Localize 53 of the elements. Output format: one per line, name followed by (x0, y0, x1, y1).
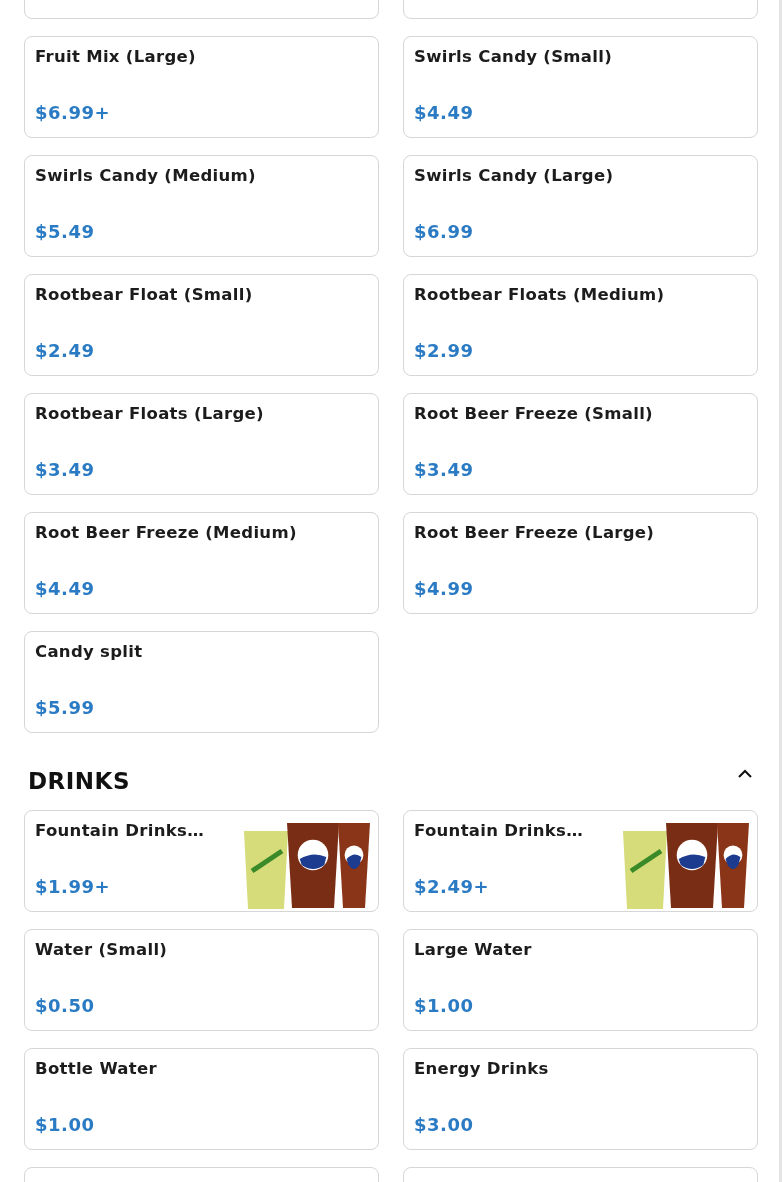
menu-item-card[interactable]: Large Water $1.00 (403, 929, 758, 1031)
menu-item-card[interactable]: Fountain Drinks… $2.49+ (403, 810, 758, 912)
item-name: Energy Drinks (414, 1059, 550, 1078)
item-name: Fountain Drinks… (414, 821, 584, 840)
item-price: $1.00 (35, 1114, 95, 1135)
menu-item-card[interactable]: Rootbear Floats (Medium) $2.99 (403, 274, 758, 376)
item-price: $4.49 (414, 102, 474, 123)
item-name: Swirls Candy (Small) (414, 47, 614, 66)
menu-item-card[interactable]: Fountain Drinks… $1.99+ (24, 810, 379, 912)
menu-item-card[interactable]: Rootbear Floats (Large) $3.49 (24, 393, 379, 495)
item-price: $2.49+ (414, 876, 490, 897)
item-name: Fountain Drinks… (35, 821, 205, 840)
menu-item-card[interactable]: Fruit Mix (Large) $6.99+ (24, 36, 379, 138)
menu-item-card[interactable]: Rootbear Float (Small) $2.49 (24, 274, 379, 376)
item-price: $4.99 (414, 578, 474, 599)
item-price: $6.99 (414, 221, 474, 242)
item-price: $2.99 (414, 340, 474, 361)
menu-item-card[interactable]: Candy split $5.99 (24, 631, 379, 733)
menu-item-card[interactable]: Root Beer Freeze (Large) $4.99 (403, 512, 758, 614)
item-price: $0.50 (35, 995, 95, 1016)
menu-item-card[interactable]: Root Beer Freeze (Medium) $4.49 (24, 512, 379, 614)
chevron-up-icon[interactable] (737, 768, 753, 780)
section-title: DRINKS (28, 768, 130, 794)
item-price: $1.00 (414, 995, 474, 1016)
item-name: Swirls Candy (Large) (414, 166, 615, 185)
item-price: $5.99 (35, 697, 95, 718)
item-price: $5.49 (35, 221, 95, 242)
item-price: $3.49 (414, 459, 474, 480)
item-price: $4.49 (35, 578, 95, 599)
item-name: Water (Small) (35, 940, 169, 959)
item-price: $3.00 (414, 1114, 474, 1135)
menu-item-card[interactable]: Swirls Candy (Medium) $5.49 (24, 155, 379, 257)
item-price: $2.49 (35, 340, 95, 361)
item-name: Rootbear Float (Small) (35, 285, 254, 304)
item-name: Swirls Candy (Medium) (35, 166, 257, 185)
item-price: $6.99+ (35, 102, 111, 123)
menu-item-card[interactable]: Root Beer Freeze (Small) $3.49 (403, 393, 758, 495)
item-name: Root Beer Freeze (Large) (414, 523, 656, 542)
item-name: Rootbear Floats (Large) (35, 404, 265, 423)
item-name: Fruit Mix (Large) (35, 47, 197, 66)
item-name: Root Beer Freeze (Small) (414, 404, 654, 423)
item-name: Bottle Water (35, 1059, 158, 1078)
menu-item-card[interactable]: Bottle Water $1.00 (24, 1048, 379, 1150)
item-name: Root Beer Freeze (Medium) (35, 523, 298, 542)
item-name: Rootbear Floats (Medium) (414, 285, 666, 304)
menu-item-card[interactable]: Swirls Candy (Large) $6.99 (403, 155, 758, 257)
item-name: Candy split (35, 642, 144, 661)
item-price: $3.49 (35, 459, 95, 480)
menu-item-card[interactable]: Swirls Candy (Small) $4.49 (403, 36, 758, 138)
item-price: $1.99+ (35, 876, 111, 897)
item-name: Large Water (414, 940, 533, 959)
menu-item-card[interactable]: Water (Small) $0.50 (24, 929, 379, 1031)
menu-item-card[interactable]: Energy Drinks $3.00 (403, 1048, 758, 1150)
